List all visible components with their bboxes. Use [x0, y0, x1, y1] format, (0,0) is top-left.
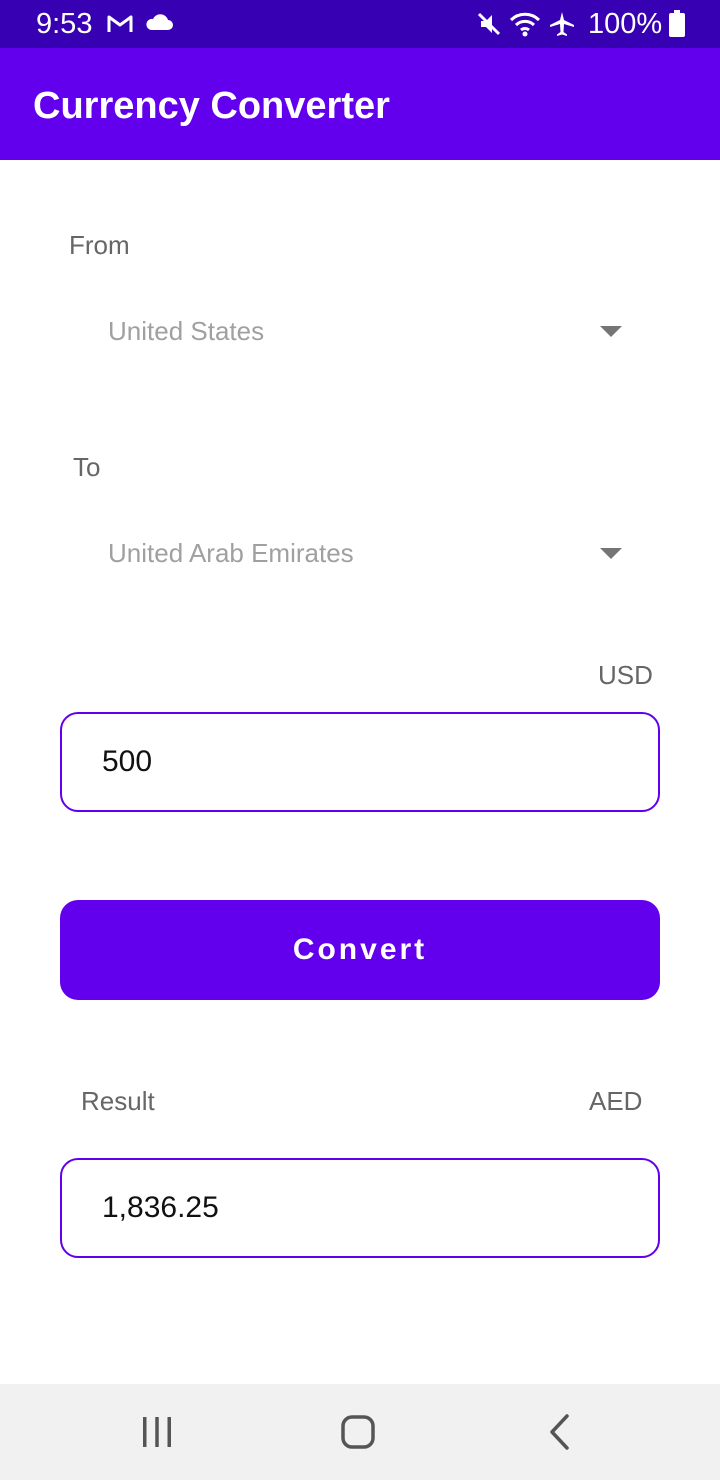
- battery-percent: 100%: [588, 8, 663, 40]
- gmail-icon: [107, 15, 133, 32]
- to-currency-spinner[interactable]: United Arab Emirates: [90, 513, 650, 593]
- app-title: Currency Converter: [33, 85, 390, 127]
- from-currency-spinner[interactable]: United States: [90, 291, 650, 371]
- status-bar: 9:53 100%: [0, 0, 720, 48]
- amount-input[interactable]: [102, 740, 622, 784]
- battery-icon: [669, 10, 685, 37]
- recent-apps-icon[interactable]: [133, 1408, 181, 1456]
- to-currency-value: United Arab Emirates: [108, 538, 354, 568]
- from-currency-value: United States: [108, 316, 265, 346]
- from-label: From: [69, 230, 130, 260]
- dropdown-arrow-icon: [600, 326, 622, 337]
- home-icon[interactable]: [334, 1408, 382, 1456]
- airplane-mode-icon: [550, 12, 574, 36]
- to-label: To: [73, 452, 101, 482]
- result-field: [60, 1158, 660, 1258]
- app-bar: Currency Converter: [0, 48, 720, 160]
- screen: 9:53 100% Currency Converter From United…: [0, 0, 720, 1480]
- status-time: 9:53: [36, 8, 93, 40]
- amount-currency-code: USD: [598, 660, 653, 690]
- back-icon[interactable]: [536, 1408, 584, 1456]
- mute-icon: [477, 12, 501, 36]
- convert-button[interactable]: Convert: [60, 900, 660, 1000]
- cloud-icon: [146, 14, 173, 30]
- result-label: Result: [81, 1086, 155, 1116]
- navigation-bar: [0, 1384, 720, 1480]
- amount-field: [60, 712, 660, 812]
- result-currency-code: AED: [589, 1086, 643, 1116]
- wifi-icon: [509, 12, 541, 37]
- result-output[interactable]: [102, 1186, 622, 1230]
- dropdown-arrow-icon: [600, 548, 622, 559]
